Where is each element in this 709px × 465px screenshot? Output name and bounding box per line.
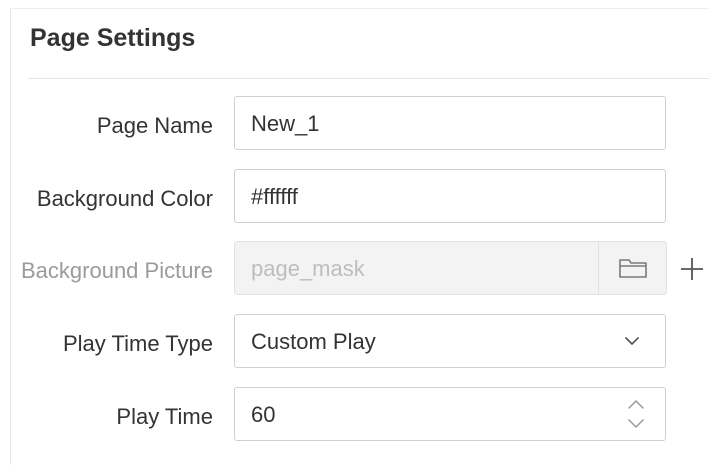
page-name-value: New_1 [251, 111, 320, 136]
background-picture-input: page_mask [234, 241, 667, 295]
play-time-type-value: Custom Play [251, 329, 376, 354]
spinner-icon[interactable] [625, 394, 647, 434]
play-time-label: Play Time [116, 404, 213, 429]
background-color-input[interactable]: #ffffff [234, 169, 666, 223]
background-color-value: #ffffff [251, 184, 298, 209]
background-picture-value: page_mask [251, 256, 365, 281]
chevron-down-icon [625, 337, 639, 345]
page-name-label: Page Name [96, 113, 213, 138]
increment-icon [628, 400, 644, 409]
panel-top-border [10, 8, 709, 9]
background-picture-label: Background Picture [21, 258, 213, 283]
browse-folder-button[interactable] [598, 242, 666, 294]
page-name-input[interactable]: New_1 [234, 96, 666, 150]
play-time-type-select[interactable]: Custom Play [234, 314, 666, 368]
title-divider [28, 78, 709, 79]
plus-icon[interactable] [678, 255, 706, 283]
play-time-value: 60 [251, 402, 276, 427]
panel-left-border [10, 8, 11, 465]
background-color-label: Background Color [36, 186, 213, 211]
panel-title: Page Settings [30, 24, 196, 52]
page-settings-panel: Page Settings Page Name New_1 Background… [0, 0, 709, 465]
play-time-type-label: Play Time Type [63, 331, 213, 356]
play-time-input[interactable]: 60 [234, 387, 666, 441]
folder-icon [618, 259, 647, 278]
decrement-icon [628, 419, 644, 428]
